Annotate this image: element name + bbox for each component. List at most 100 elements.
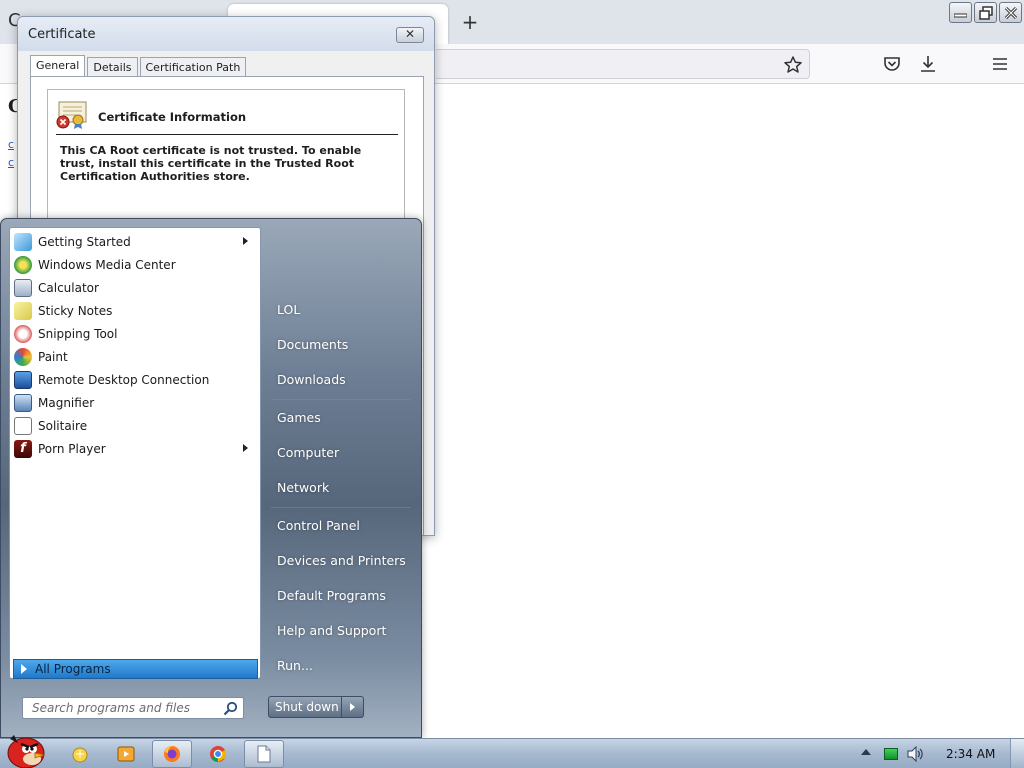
place-run[interactable]: Run... — [271, 654, 411, 678]
divider — [271, 399, 411, 400]
all-programs-label: All Programs — [35, 662, 111, 676]
downloads-icon[interactable] — [918, 54, 938, 74]
start-menu: Getting Started Windows Media Center Cal… — [0, 218, 422, 738]
certificate-info-title: Certificate Information — [98, 110, 247, 124]
program-porn-player[interactable]: f Porn Player — [12, 437, 258, 460]
network-tray-icon[interactable] — [884, 748, 898, 760]
folder-icon — [72, 747, 88, 763]
place-devices-and-printers[interactable]: Devices and Printers — [271, 549, 411, 573]
window-controls — [949, 2, 1022, 23]
submenu-arrow-icon — [243, 237, 248, 245]
place-control-panel[interactable]: Control Panel — [271, 514, 411, 538]
program-sticky-notes[interactable]: Sticky Notes — [12, 299, 258, 322]
magnifier-icon — [14, 393, 32, 412]
program-getting-started[interactable]: Getting Started — [12, 230, 258, 253]
start-search-box — [22, 697, 244, 719]
program-label: Sticky Notes — [38, 303, 113, 318]
program-label: Magnifier — [38, 395, 95, 410]
minimize-button[interactable] — [949, 2, 972, 23]
restore-icon — [978, 5, 993, 20]
program-windows-media-center[interactable]: Windows Media Center — [12, 253, 258, 276]
media-center-icon — [14, 255, 32, 274]
arrow-right-icon — [21, 664, 27, 674]
tab-general[interactable]: General — [30, 55, 86, 77]
show-hidden-icons-icon[interactable] — [861, 749, 871, 755]
shutdown-button[interactable]: Shut down — [268, 696, 342, 718]
document-icon — [257, 745, 271, 763]
certificate-warning-text: This CA Root certificate is not trusted.… — [60, 144, 362, 183]
media-player-icon — [117, 746, 135, 762]
program-label: Windows Media Center — [38, 257, 176, 272]
new-tab-button[interactable]: + — [458, 8, 482, 36]
place-default-programs[interactable]: Default Programs — [271, 584, 411, 608]
place-downloads[interactable]: Downloads — [271, 368, 411, 392]
taskbar-chrome-button[interactable] — [198, 740, 238, 768]
close-window-button[interactable] — [999, 2, 1022, 23]
snipping-tool-icon — [14, 324, 32, 343]
program-snipping-tool[interactable]: Snipping Tool — [12, 322, 258, 345]
taskbar-media-player-button[interactable] — [106, 740, 146, 768]
submenu-arrow-icon — [243, 444, 248, 452]
shutdown-options-button[interactable] — [342, 696, 364, 718]
bookmark-star-icon[interactable] — [783, 55, 803, 75]
certificate-close-button[interactable]: ✕ — [396, 27, 424, 43]
paint-icon — [14, 347, 32, 366]
program-paint[interactable]: Paint — [12, 345, 258, 368]
taskbar-firefox-button[interactable] — [152, 740, 192, 768]
certificate-dialog-titlebar[interactable]: Certificate ✕ — [18, 17, 434, 51]
program-label: Snipping Tool — [38, 326, 118, 341]
program-calculator[interactable]: Calculator — [12, 276, 258, 299]
certificate-dialog-title: Certificate — [28, 27, 96, 42]
pocket-icon[interactable] — [882, 54, 902, 74]
shutdown-group: Shut down — [268, 696, 364, 718]
restore-button[interactable] — [974, 2, 997, 23]
program-label: Paint — [38, 349, 68, 364]
taskbar: 2:34 AM — [0, 735, 1024, 768]
arrow-right-icon — [350, 703, 355, 711]
sticky-notes-icon — [14, 301, 32, 320]
program-label: Porn Player — [38, 441, 106, 456]
search-input[interactable] — [23, 698, 221, 718]
programs-pane: Getting Started Windows Media Center Cal… — [9, 227, 261, 679]
tab-certification-path[interactable]: Certification Path — [139, 57, 247, 77]
certificate-tabs: General Details Certification Path — [30, 55, 248, 77]
place-computer[interactable]: Computer — [271, 441, 411, 465]
taskbar-certificate-button[interactable] — [244, 740, 284, 768]
program-label: Solitaire — [38, 418, 88, 433]
flash-player-icon: f — [14, 439, 32, 458]
getting-started-icon — [14, 232, 32, 251]
menu-icon[interactable] — [990, 54, 1010, 74]
search-icon[interactable] — [223, 701, 238, 716]
calculator-icon — [14, 278, 32, 297]
program-magnifier[interactable]: Magnifier — [12, 391, 258, 414]
place-documents[interactable]: Documents — [271, 333, 411, 357]
place-lol[interactable]: LOL — [271, 298, 411, 322]
minimize-icon — [954, 13, 967, 17]
place-network[interactable]: Network — [271, 476, 411, 500]
divider — [271, 507, 411, 508]
place-help-and-support[interactable]: Help and Support — [271, 619, 411, 643]
show-desktop-button[interactable] — [1010, 739, 1024, 768]
divider — [56, 134, 398, 135]
tab-details[interactable]: Details — [87, 57, 138, 77]
solitaire-icon — [14, 416, 32, 435]
untrusted-certificate-icon — [56, 101, 87, 129]
program-label: Getting Started — [38, 234, 131, 249]
remote-desktop-icon — [14, 370, 32, 389]
address-bar[interactable] — [436, 49, 810, 79]
program-label: Calculator — [38, 280, 99, 295]
page-link-2[interactable]: c — [8, 156, 14, 169]
program-label: Remote Desktop Connection — [38, 372, 210, 387]
firefox-icon — [164, 745, 180, 762]
taskbar-explorer-button[interactable] — [60, 740, 100, 768]
start-button-angry-bird-icon[interactable] — [2, 731, 48, 768]
close-icon — [1004, 6, 1017, 19]
taskbar-clock[interactable]: 2:34 AM — [946, 747, 995, 761]
chrome-icon — [210, 746, 227, 762]
volume-icon[interactable] — [906, 746, 924, 762]
all-programs-button[interactable]: All Programs — [13, 659, 258, 679]
program-remote-desktop-connection[interactable]: Remote Desktop Connection — [12, 368, 258, 391]
page-link-1[interactable]: c — [8, 138, 14, 151]
place-games[interactable]: Games — [271, 406, 411, 430]
program-solitaire[interactable]: Solitaire — [12, 414, 258, 437]
